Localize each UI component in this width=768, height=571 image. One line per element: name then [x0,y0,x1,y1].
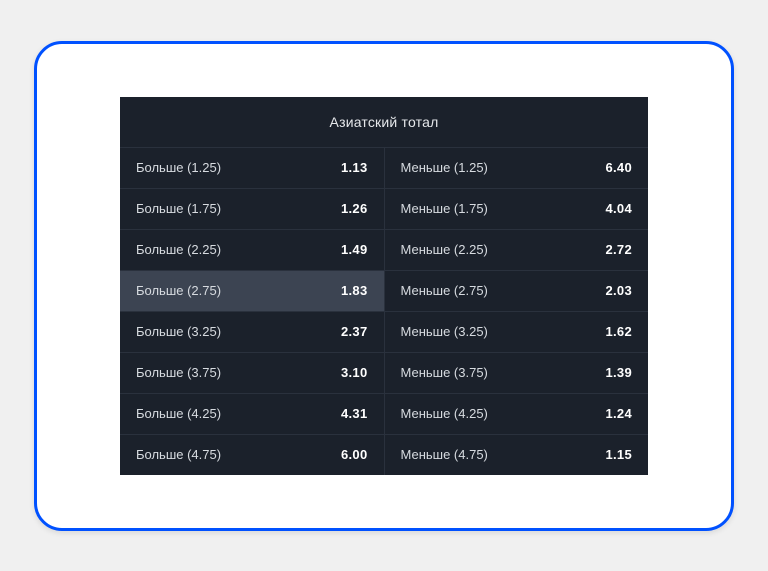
under-label: Меньше (3.25) [401,324,488,339]
table-row: Больше (1.25) 1.13 Меньше (1.25) 6.40 [120,147,648,188]
over-label: Больше (4.25) [136,406,221,421]
under-odd: 1.15 [605,447,632,462]
over-cell[interactable]: Больше (2.75) 1.83 [120,271,385,311]
under-cell[interactable]: Меньше (3.25) 1.62 [385,312,649,352]
under-odd: 1.39 [605,365,632,380]
over-label: Больше (2.25) [136,242,221,257]
under-odd: 4.04 [605,201,632,216]
over-label: Больше (1.75) [136,201,221,216]
over-cell[interactable]: Больше (3.25) 2.37 [120,312,385,352]
under-cell[interactable]: Меньше (1.75) 4.04 [385,189,649,229]
table-title: Азиатский тотал [120,97,648,147]
over-cell[interactable]: Больше (1.25) 1.13 [120,148,385,188]
table-row: Больше (3.25) 2.37 Меньше (3.25) 1.62 [120,311,648,352]
under-cell[interactable]: Меньше (4.75) 1.15 [385,435,649,475]
over-odd: 1.26 [341,201,368,216]
under-odd: 2.72 [605,242,632,257]
table-row: Больше (1.75) 1.26 Меньше (1.75) 4.04 [120,188,648,229]
under-label: Меньше (3.75) [401,365,488,380]
over-odd: 2.37 [341,324,368,339]
under-label: Меньше (4.75) [401,447,488,462]
table-row: Больше (4.25) 4.31 Меньше (4.25) 1.24 [120,393,648,434]
table-row: Больше (4.75) 6.00 Меньше (4.75) 1.15 [120,434,648,475]
under-cell[interactable]: Меньше (3.75) 1.39 [385,353,649,393]
under-cell[interactable]: Меньше (2.75) 2.03 [385,271,649,311]
over-label: Больше (4.75) [136,447,221,462]
over-odd: 1.49 [341,242,368,257]
under-label: Меньше (1.25) [401,160,488,175]
under-odd: 1.24 [605,406,632,421]
table-row: Больше (2.25) 1.49 Меньше (2.25) 2.72 [120,229,648,270]
asian-total-table: Азиатский тотал Больше (1.25) 1.13 Меньше … [120,97,648,475]
over-cell[interactable]: Больше (2.25) 1.49 [120,230,385,270]
over-odd: 4.31 [341,406,368,421]
under-odd: 2.03 [605,283,632,298]
over-odd: 1.13 [341,160,368,175]
under-cell[interactable]: Меньше (2.25) 2.72 [385,230,649,270]
under-cell[interactable]: Меньше (1.25) 6.40 [385,148,649,188]
over-label: Больше (3.75) [136,365,221,380]
over-label: Больше (3.25) [136,324,221,339]
under-label: Меньше (2.75) [401,283,488,298]
over-cell[interactable]: Больше (1.75) 1.26 [120,189,385,229]
over-cell[interactable]: Больше (3.75) 3.10 [120,353,385,393]
over-odd: 1.83 [341,283,368,298]
table-row: Больше (3.75) 3.10 Меньше (3.75) 1.39 [120,352,648,393]
over-cell[interactable]: Больше (4.25) 4.31 [120,394,385,434]
under-label: Меньше (4.25) [401,406,488,421]
over-label: Больше (2.75) [136,283,221,298]
under-label: Меньше (2.25) [401,242,488,257]
over-odd: 3.10 [341,365,368,380]
over-label: Больше (1.25) [136,160,221,175]
under-odd: 1.62 [605,324,632,339]
under-label: Меньше (1.75) [401,201,488,216]
under-odd: 6.40 [605,160,632,175]
card-container: Азиатский тотал Больше (1.25) 1.13 Меньше … [34,41,734,531]
table-title-text: Азиатский тотал [330,114,439,130]
over-cell[interactable]: Больше (4.75) 6.00 [120,435,385,475]
table-row: Больше (2.75) 1.83 Меньше (2.75) 2.03 [120,270,648,311]
under-cell[interactable]: Меньше (4.25) 1.24 [385,394,649,434]
over-odd: 6.00 [341,447,368,462]
